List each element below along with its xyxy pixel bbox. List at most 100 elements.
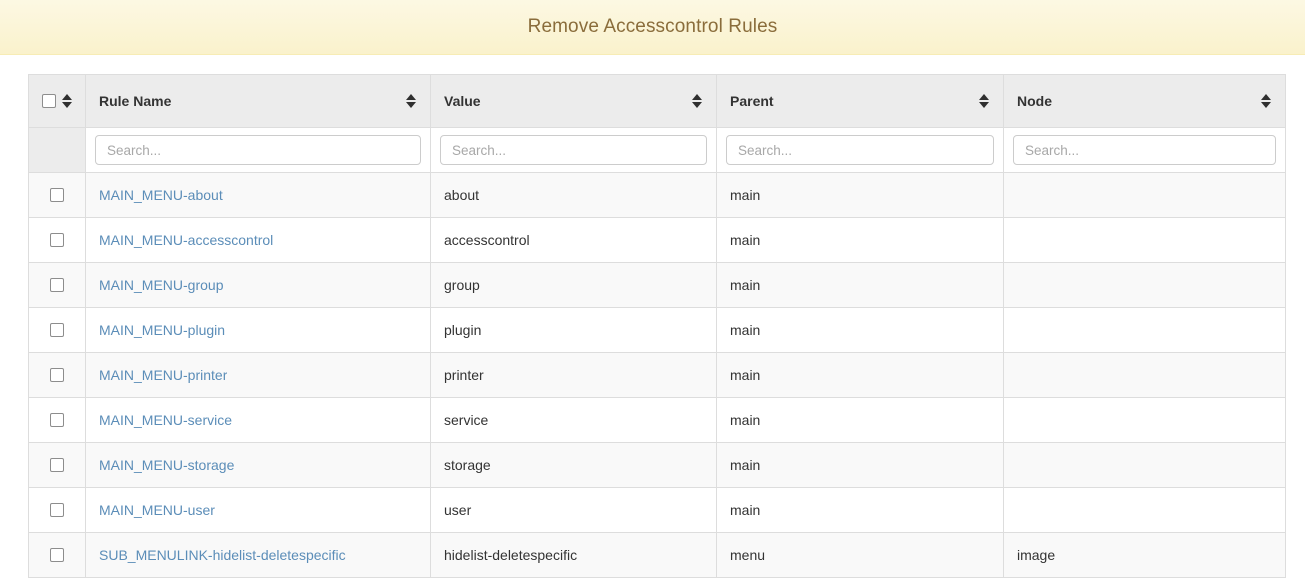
cell-parent-text: menu bbox=[730, 547, 766, 563]
table-row: MAIN_MENU-printer printer main bbox=[28, 352, 1286, 398]
cell-node: image bbox=[1003, 532, 1286, 578]
search-input-rule-name[interactable] bbox=[95, 135, 421, 165]
page-banner: Remove Accesscontrol Rules bbox=[0, 0, 1305, 55]
row-select-checkbox[interactable] bbox=[50, 413, 64, 427]
cell-parent: main bbox=[716, 442, 1004, 488]
cell-node bbox=[1003, 352, 1286, 398]
rule-name-link[interactable]: MAIN_MENU-user bbox=[99, 502, 215, 518]
column-header-parent[interactable]: Parent bbox=[716, 74, 1004, 128]
row-select-checkbox[interactable] bbox=[50, 323, 64, 337]
cell-node-text: image bbox=[1017, 547, 1056, 563]
column-header-node[interactable]: Node bbox=[1003, 74, 1286, 128]
row-select-cell bbox=[28, 262, 86, 308]
rule-name-link[interactable]: MAIN_MENU-group bbox=[99, 277, 223, 293]
cell-value: plugin bbox=[430, 307, 717, 353]
sort-icon-node[interactable] bbox=[1260, 94, 1272, 108]
search-input-parent[interactable] bbox=[726, 135, 994, 165]
cell-node bbox=[1003, 487, 1286, 533]
table-row: MAIN_MENU-user user main bbox=[28, 487, 1286, 533]
cell-value-text: about bbox=[444, 187, 480, 203]
page-title: Remove Accesscontrol Rules bbox=[527, 16, 778, 37]
cell-value-text: accesscontrol bbox=[444, 232, 530, 248]
cell-parent: main bbox=[716, 172, 1004, 218]
cell-rule-name: MAIN_MENU-printer bbox=[85, 352, 431, 398]
cell-parent-text: main bbox=[730, 502, 761, 518]
cell-parent-text: main bbox=[730, 232, 761, 248]
table-head: Rule Name Value Parent Node Search... Se… bbox=[28, 74, 1286, 173]
column-label-rule-name: Rule Name bbox=[99, 93, 172, 109]
cell-value: storage bbox=[430, 442, 717, 488]
cell-value: accesscontrol bbox=[430, 217, 717, 263]
cell-value-text: user bbox=[444, 502, 472, 518]
cell-parent-text: main bbox=[730, 322, 761, 338]
cell-parent: main bbox=[716, 217, 1004, 263]
row-select-checkbox[interactable] bbox=[50, 368, 64, 382]
cell-value: hidelist-deletespecific bbox=[430, 532, 717, 578]
row-select-checkbox[interactable] bbox=[50, 233, 64, 247]
cell-parent-text: main bbox=[730, 277, 761, 293]
row-select-checkbox[interactable] bbox=[50, 503, 64, 517]
rule-name-link[interactable]: MAIN_MENU-service bbox=[99, 412, 232, 428]
select-all-checkbox[interactable] bbox=[41, 94, 56, 108]
cell-node bbox=[1003, 307, 1286, 353]
cell-parent: main bbox=[716, 487, 1004, 533]
cell-parent: main bbox=[716, 397, 1004, 443]
cell-rule-name: MAIN_MENU-accesscontrol bbox=[85, 217, 431, 263]
rule-name-link[interactable]: MAIN_MENU-storage bbox=[99, 457, 234, 473]
cell-rule-name: MAIN_MENU-group bbox=[85, 262, 431, 308]
cell-node bbox=[1003, 217, 1286, 263]
cell-rule-name: SUB_MENULINK-hidelist-deletespecific bbox=[85, 532, 431, 578]
rule-name-link[interactable]: SUB_MENULINK-hidelist-deletespecific bbox=[99, 547, 346, 563]
sort-icon-rule-name[interactable] bbox=[405, 94, 417, 108]
cell-parent-text: main bbox=[730, 187, 761, 203]
cell-value: user bbox=[430, 487, 717, 533]
column-label-node: Node bbox=[1017, 93, 1052, 109]
rule-name-link[interactable]: MAIN_MENU-accesscontrol bbox=[99, 232, 273, 248]
row-select-cell bbox=[28, 307, 86, 353]
row-select-cell bbox=[28, 397, 86, 443]
filter-cell-value bbox=[430, 127, 717, 173]
table-filter-row bbox=[28, 127, 1286, 173]
cell-parent: menu bbox=[716, 532, 1004, 578]
table-row: MAIN_MENU-group group main bbox=[28, 262, 1286, 308]
cell-node bbox=[1003, 172, 1286, 218]
row-select-checkbox[interactable] bbox=[50, 188, 64, 202]
column-header-rule-name[interactable]: Rule Name bbox=[85, 74, 431, 128]
search-input-node[interactable] bbox=[1013, 135, 1276, 165]
table-row: MAIN_MENU-about about main bbox=[28, 172, 1286, 218]
table-row: SUB_MENULINK-hidelist-deletespecific hide… bbox=[28, 532, 1286, 578]
table-row: MAIN_MENU-service service main bbox=[28, 397, 1286, 443]
cell-parent: main bbox=[716, 307, 1004, 353]
row-select-checkbox[interactable] bbox=[50, 458, 64, 472]
rule-name-link[interactable]: MAIN_MENU-plugin bbox=[99, 322, 225, 338]
column-header-value[interactable]: Value bbox=[430, 74, 717, 128]
column-label-parent: Parent bbox=[730, 93, 774, 109]
table-header-row: Rule Name Value Parent Node bbox=[28, 74, 1286, 128]
filter-cell-node bbox=[1003, 127, 1286, 173]
table-row: MAIN_MENU-accesscontrol accesscontrol main bbox=[28, 217, 1286, 263]
cell-parent-text: main bbox=[730, 412, 761, 428]
row-select-cell bbox=[28, 487, 86, 533]
cell-value: service bbox=[430, 397, 717, 443]
cell-value-text: hidelist-deletespecific bbox=[444, 547, 578, 563]
cell-value: about bbox=[430, 172, 717, 218]
table-body: MAIN_MENU-about about main MAIN_MENU-access… bbox=[28, 172, 1286, 578]
column-header-select[interactable] bbox=[28, 74, 86, 128]
sort-icon-value[interactable] bbox=[691, 94, 703, 108]
cell-node bbox=[1003, 397, 1286, 443]
row-select-cell bbox=[28, 172, 86, 218]
rule-name-link[interactable]: MAIN_MENU-printer bbox=[99, 367, 227, 383]
cell-value-text: printer bbox=[444, 367, 484, 383]
cell-value: printer bbox=[430, 352, 717, 398]
row-select-checkbox[interactable] bbox=[50, 548, 64, 562]
rule-name-link[interactable]: MAIN_MENU-about bbox=[99, 187, 223, 203]
row-select-checkbox[interactable] bbox=[50, 278, 64, 292]
cell-value-text: group bbox=[444, 277, 480, 293]
search-input-value[interactable] bbox=[440, 135, 707, 165]
sort-icon[interactable] bbox=[61, 94, 73, 108]
filter-cell-rule-name bbox=[85, 127, 431, 173]
sort-icon-parent[interactable] bbox=[978, 94, 990, 108]
cell-rule-name: MAIN_MENU-plugin bbox=[85, 307, 431, 353]
filter-cell-empty bbox=[28, 127, 86, 173]
cell-rule-name: MAIN_MENU-about bbox=[85, 172, 431, 218]
